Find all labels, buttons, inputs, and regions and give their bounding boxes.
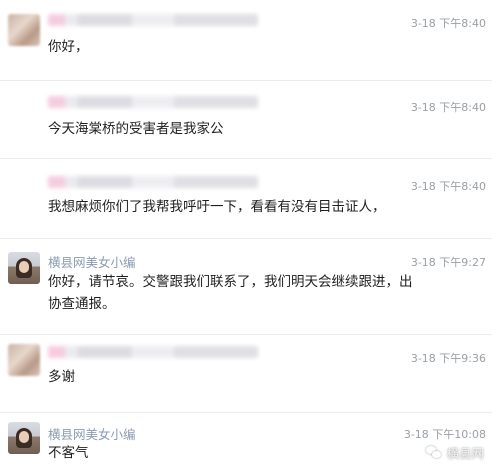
message-text: 不客气 bbox=[48, 445, 89, 461]
blurred-sender-name bbox=[48, 346, 258, 358]
message-text: 今天海棠桥的受害者是我家公 bbox=[48, 121, 224, 137]
message-text: 多谢 bbox=[48, 369, 75, 385]
sender-name[interactable]: 横县网美女小编 bbox=[48, 252, 136, 271]
avatar-face bbox=[19, 431, 29, 443]
avatar-face bbox=[19, 261, 29, 273]
avatar[interactable] bbox=[8, 14, 40, 46]
message-text: 你好， bbox=[48, 39, 89, 55]
blurred-sender-name bbox=[48, 96, 258, 108]
message-time: 3-18 下午8:40 bbox=[410, 17, 486, 30]
message-item: 3-18 下午9:36 多谢 bbox=[0, 334, 492, 414]
message-item: 3-18 下午8:40 今天海棠桥的受害者是我家公 bbox=[0, 80, 492, 158]
message-time: 3-18 下午9:27 bbox=[410, 256, 486, 269]
message-text: 你好，请节哀。交警跟我们联系了，我们明天会继续跟进，出协查通报。 bbox=[48, 274, 413, 312]
wechat-icon bbox=[426, 445, 442, 460]
message-item: 3-18 下午8:40 你好， bbox=[0, 0, 492, 80]
message-time: 3-18 下午9:36 bbox=[410, 352, 486, 365]
avatar[interactable] bbox=[8, 252, 40, 284]
message-item: 3-18 下午8:40 我想麻烦你们了我帮我呼吁一下，看看有没有目击证人， bbox=[0, 158, 492, 238]
message-item: 横县网美女小编 3-18 下午9:27 你好，请节哀。交警跟我们联系了，我们明天… bbox=[0, 238, 492, 334]
message-time: 3-18 下午8:40 bbox=[410, 180, 486, 193]
avatar[interactable] bbox=[8, 344, 40, 376]
message-text: 我想麻烦你们了我帮我呼吁一下，看看有没有目击证人， bbox=[48, 199, 386, 215]
watermark-label: 横县网 bbox=[446, 446, 484, 461]
chat-thread: 3-18 下午8:40 你好， 3-18 下午8:40 今天海棠桥的受害者是我家… bbox=[0, 0, 492, 468]
watermark: 横县网 bbox=[426, 443, 484, 462]
message-item: 横县网美女小编 3-18 下午10:08 不客气 bbox=[0, 412, 492, 468]
avatar[interactable] bbox=[8, 422, 40, 454]
blurred-sender-name bbox=[48, 176, 258, 188]
message-time: 3-18 下午10:08 bbox=[403, 428, 486, 441]
sender-name[interactable]: 横县网美女小编 bbox=[48, 424, 136, 443]
blurred-sender-name bbox=[48, 14, 258, 26]
message-time: 3-18 下午8:40 bbox=[410, 101, 486, 114]
